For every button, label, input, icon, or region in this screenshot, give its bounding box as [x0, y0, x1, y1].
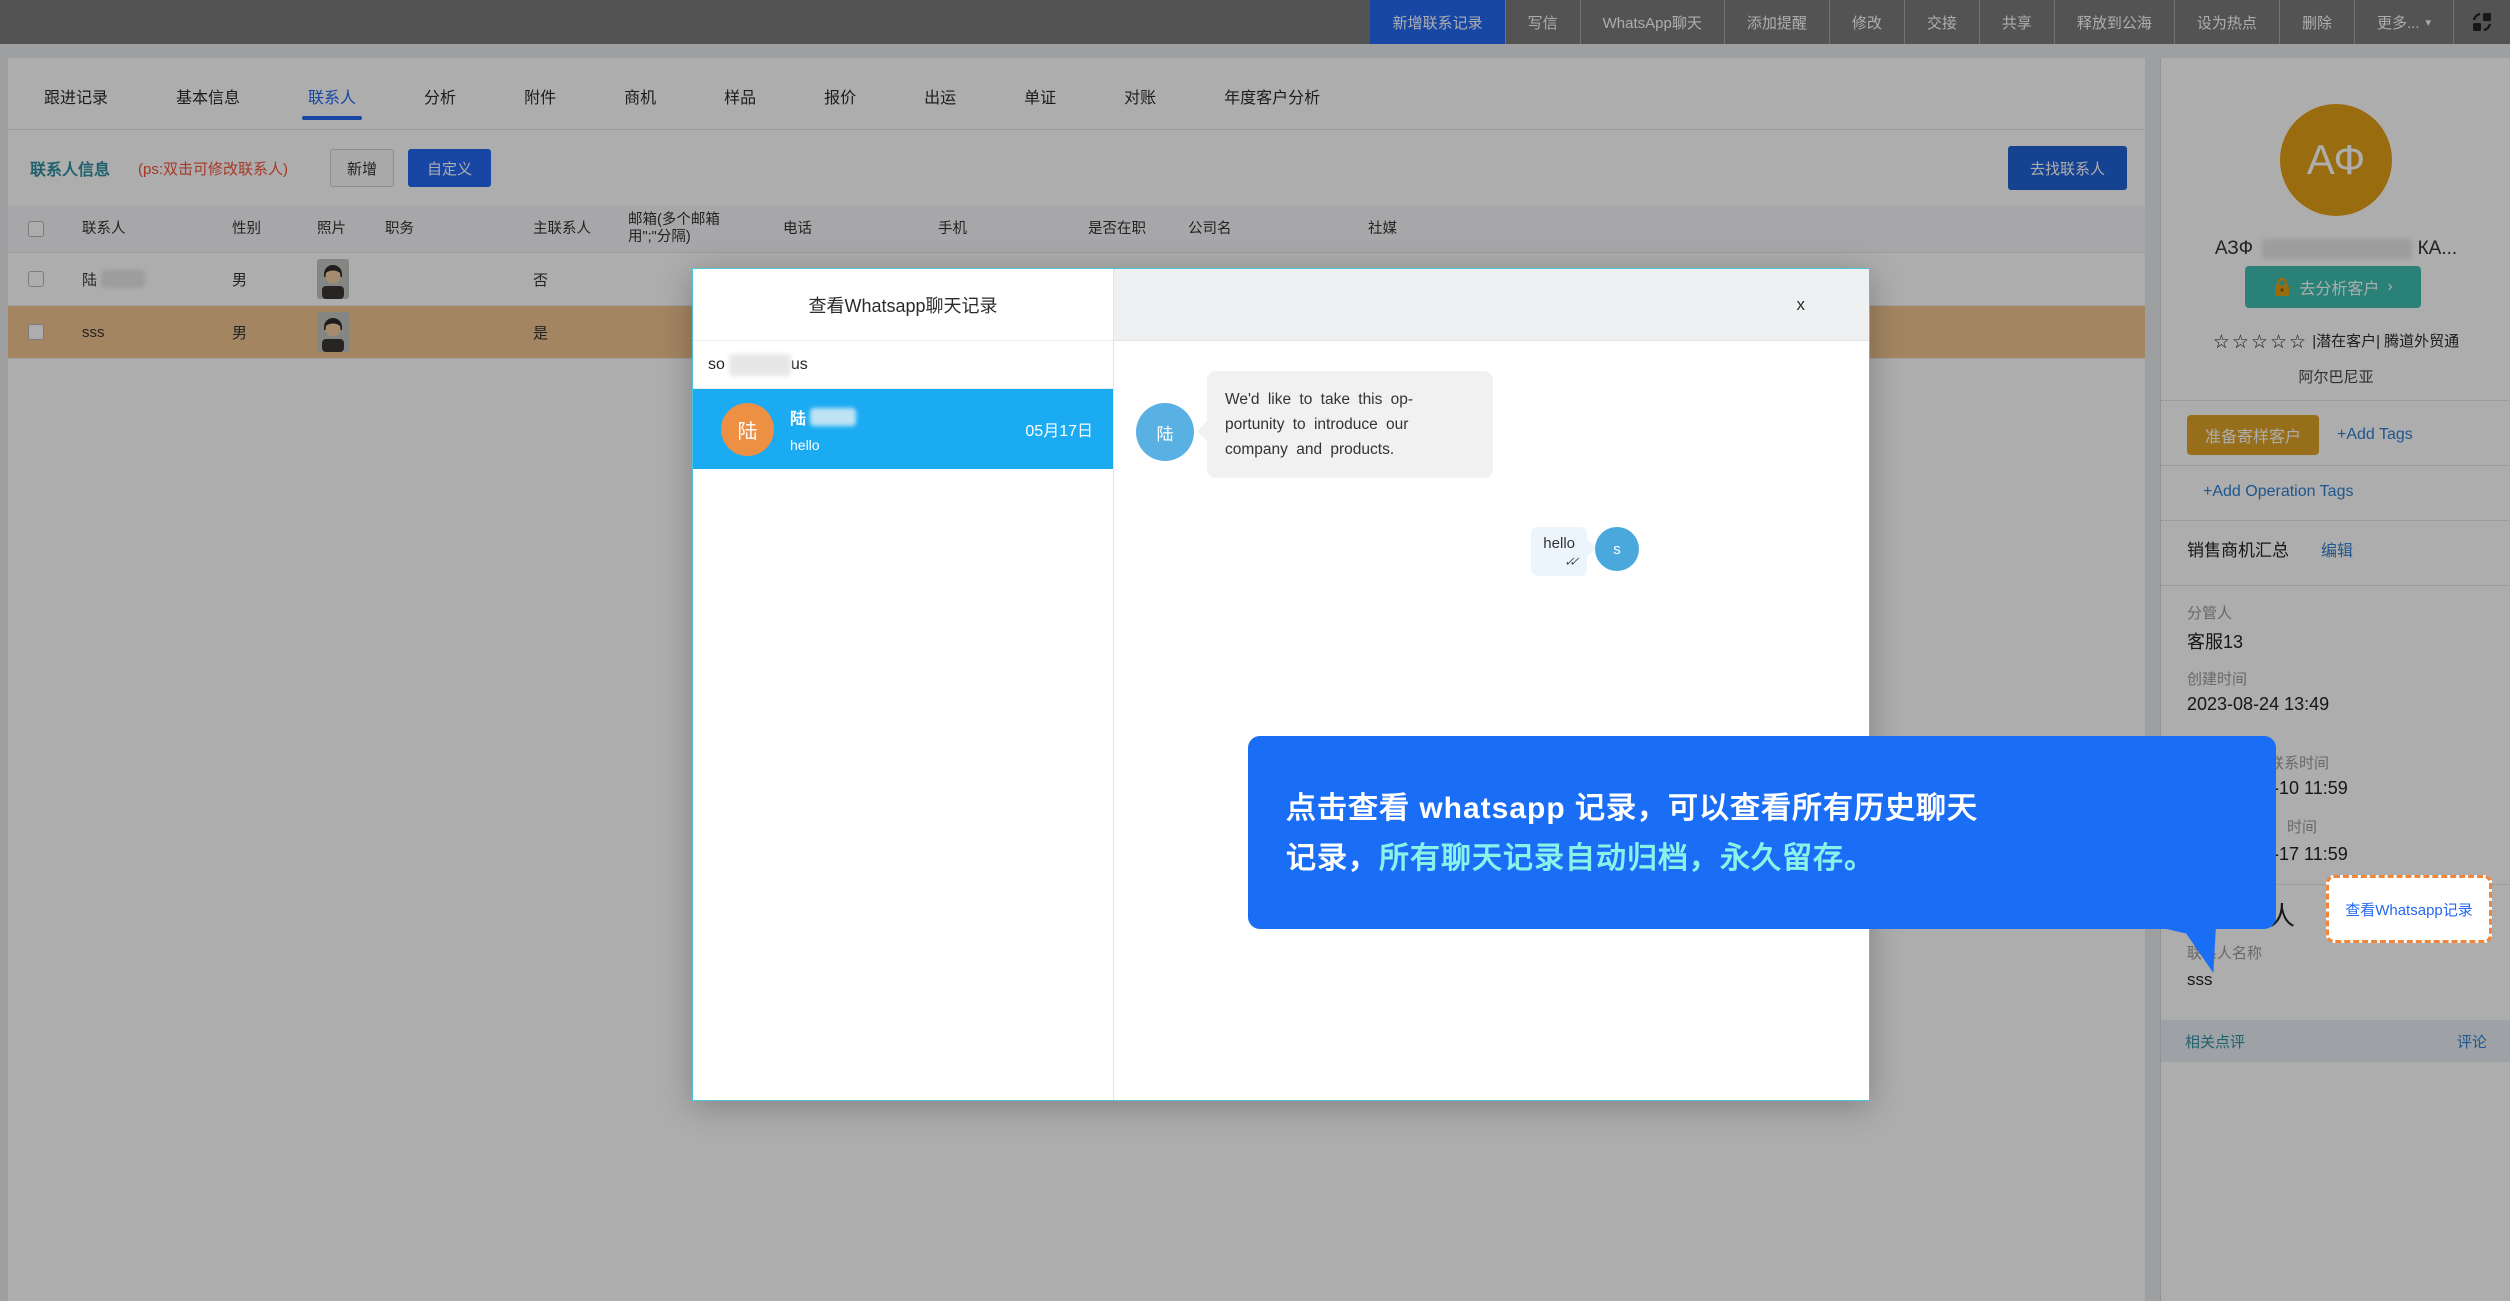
crm-app: 新增联系记录 写信 WhatsApp聊天 添加提醒 修改 交接 共享 释放到公海… [0, 0, 2510, 1301]
incoming-message-bubble: We'd like to take this op- portunity to … [1207, 371, 1493, 478]
chat-preview: hello [790, 437, 856, 453]
view-whatsapp-records-button[interactable]: 查看Whatsapp记录 [2345, 899, 2473, 920]
redacted-text [729, 354, 791, 376]
message-line: We'd like to take this op- [1225, 387, 1475, 412]
incoming-avatar: 陆 [1136, 403, 1194, 461]
callout-line2-highlight: 所有聊天记录自动归档，永久留存。 [1379, 842, 1875, 875]
chat-avatar: 陆 [721, 403, 774, 456]
outgoing-message-bubble: hello ✓✓ [1531, 527, 1587, 576]
message-line: company and products. [1225, 437, 1475, 462]
account-prefix: so [708, 356, 725, 374]
chat-list-item[interactable]: 陆 陆 hello 05月17日 [693, 389, 1113, 469]
chat-name: 陆 [790, 405, 806, 429]
message-line: portunity to introduce our [1225, 412, 1475, 437]
callout-line2-white: 记录， [1286, 842, 1379, 875]
whatsapp-account: so us [693, 341, 1113, 389]
callout-line1: 点击查看 whatsapp 记录，可以查看所有历史聊天 [1286, 784, 2236, 834]
chat-pane-body: 陆 We'd like to take this op- portunity t… [1114, 341, 1869, 1100]
modal-title: 查看Whatsapp聊天记录 [693, 269, 1113, 341]
message-text: hello [1543, 535, 1575, 552]
whatsapp-chat-modal: 查看Whatsapp聊天记录 so us 陆 陆 hello 05月17日 x … [692, 268, 1870, 1101]
tour-callout: 点击查看 whatsapp 记录，可以查看所有历史聊天 记录，所有聊天记录自动归… [1248, 736, 2276, 929]
redacted-text [810, 408, 856, 426]
account-suffix: us [791, 356, 808, 374]
outgoing-avatar: s [1595, 527, 1639, 571]
chat-date: 05月17日 [1025, 417, 1093, 441]
close-icon[interactable]: x [1797, 295, 1806, 315]
chat-list-panel: 查看Whatsapp聊天记录 so us 陆 陆 hello 05月17日 [693, 269, 1114, 1100]
chat-message-panel: x 陆 We'd like to take this op- portunity… [1114, 269, 1869, 1100]
read-receipt-icon: ✓✓ [1541, 554, 1577, 570]
chat-pane-header: x [1114, 269, 1869, 341]
whatsapp-records-highlight: 查看Whatsapp记录 [2326, 875, 2492, 943]
